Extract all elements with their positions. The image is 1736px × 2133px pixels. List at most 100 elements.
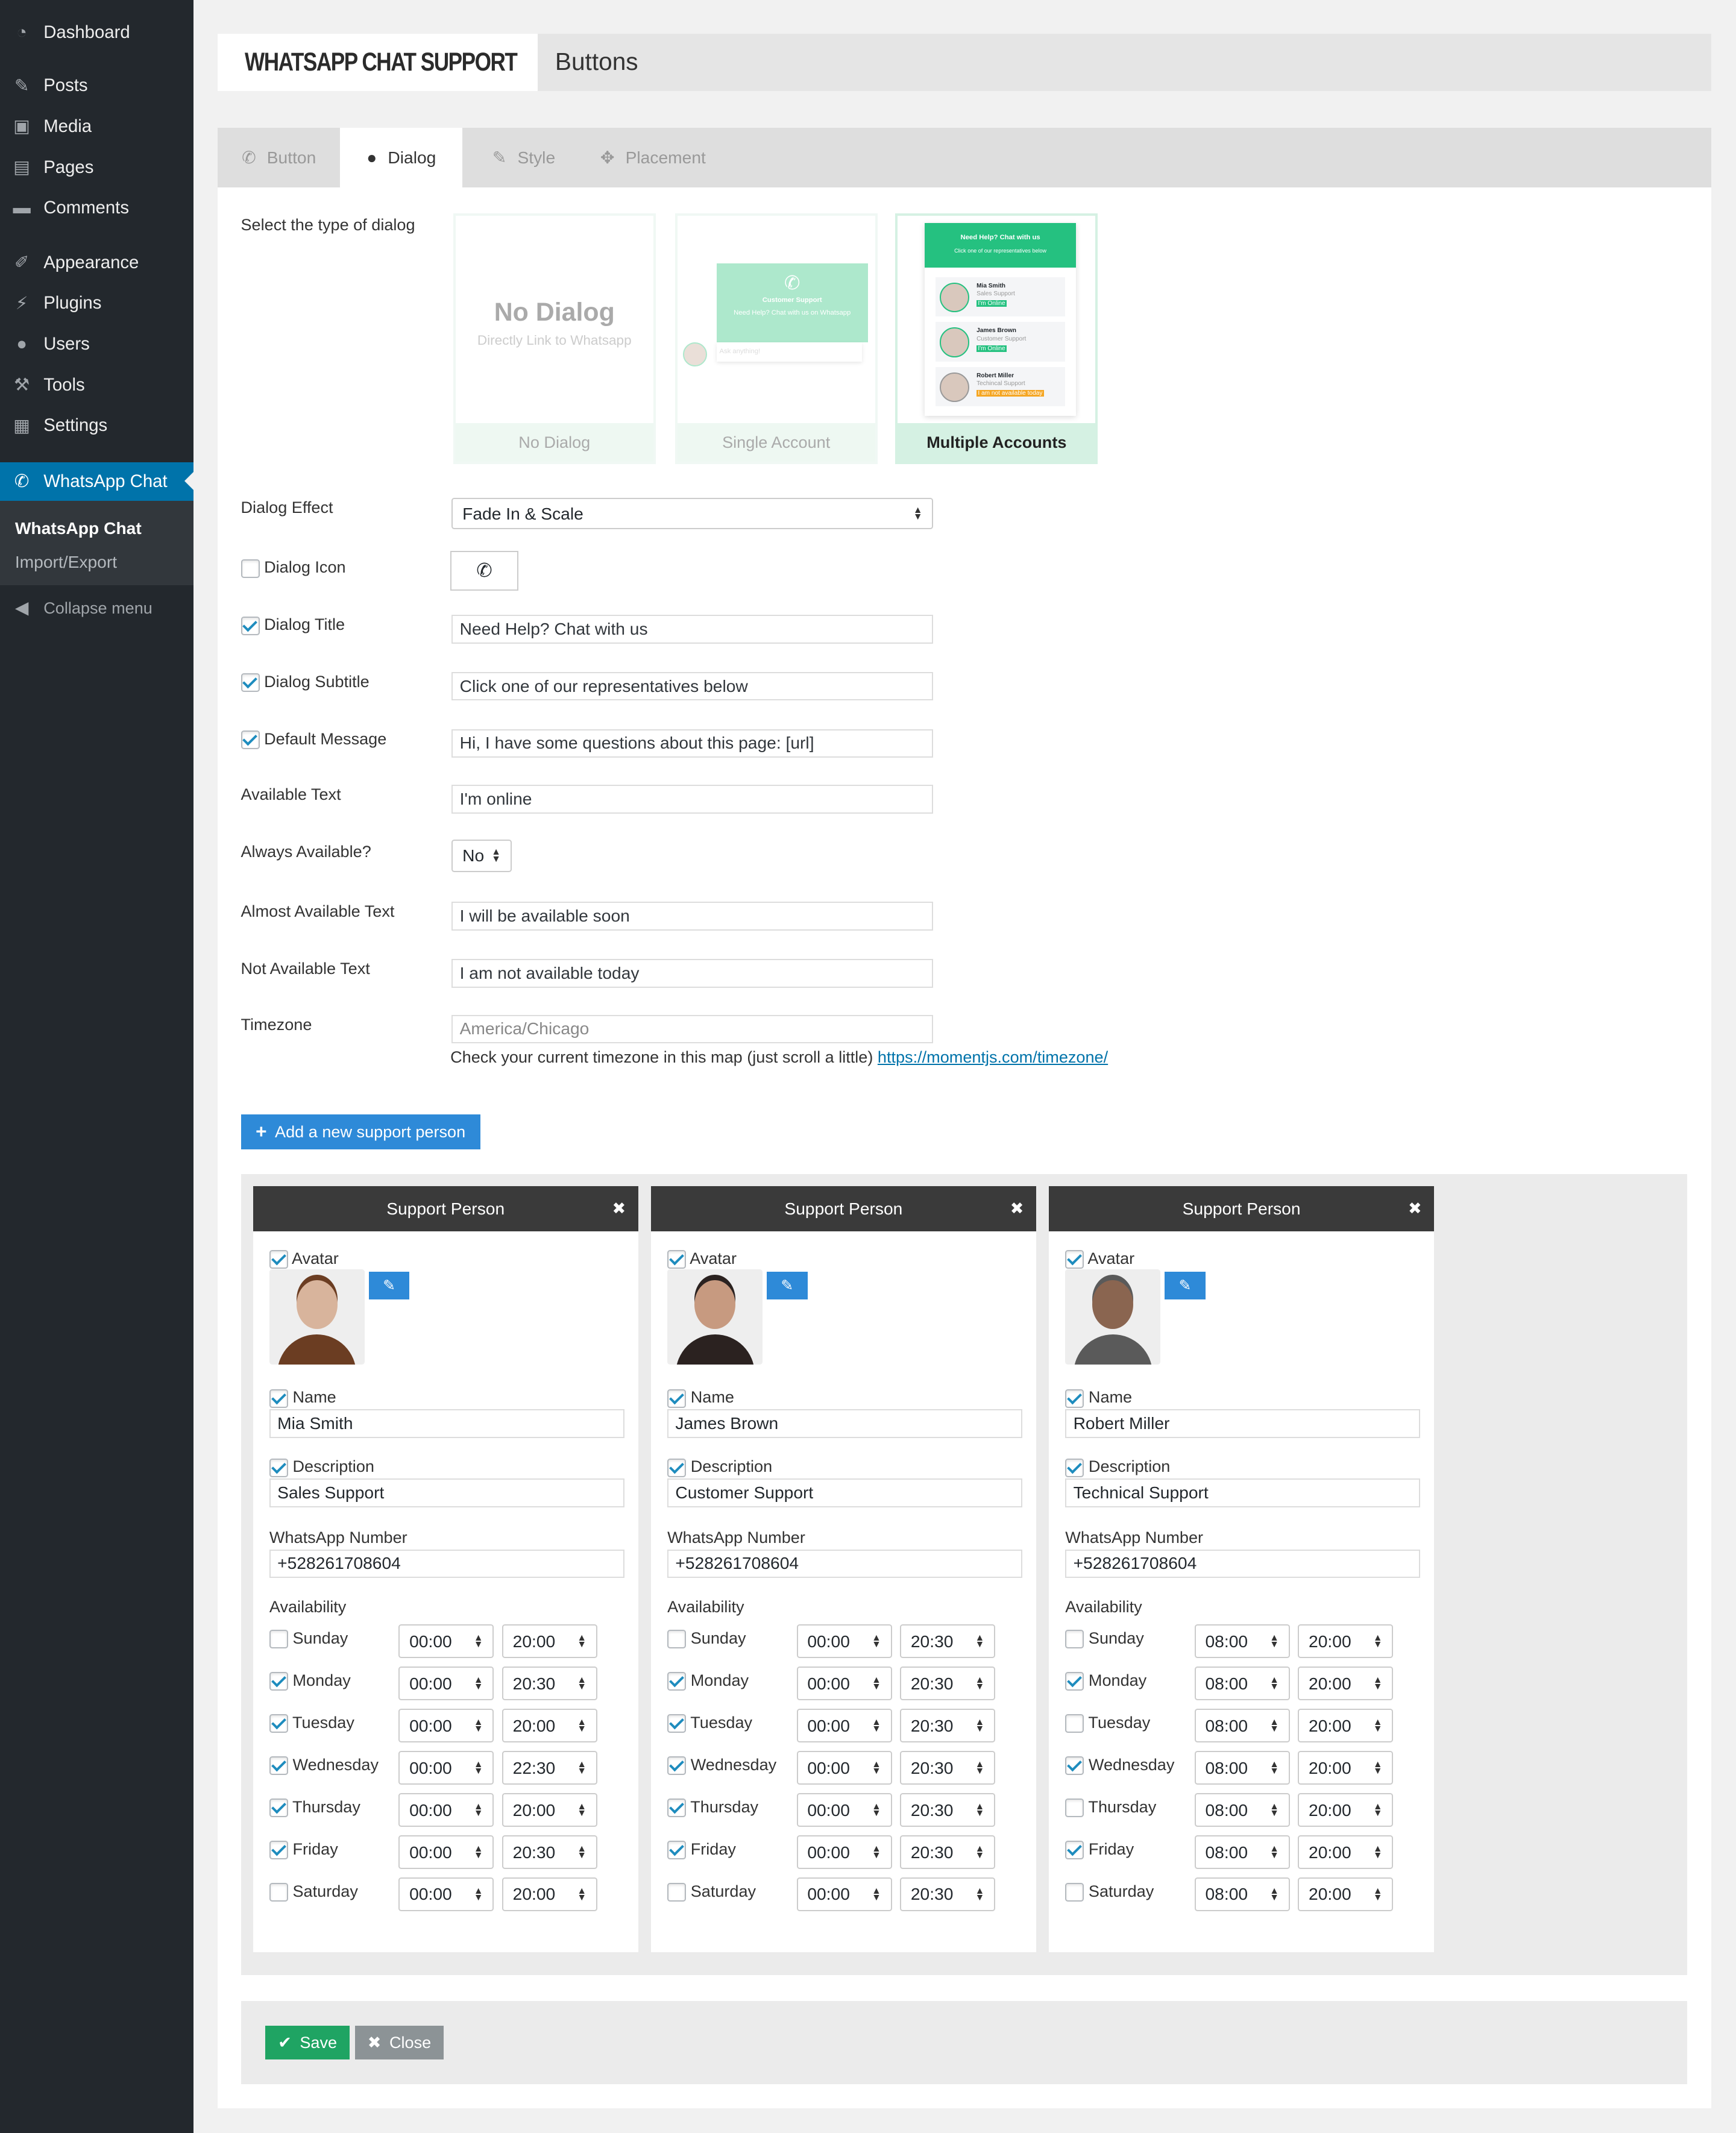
from-time-select[interactable]: 08:00 ▲ ▼ xyxy=(1194,1792,1290,1827)
name-input[interactable]: Mia Smith xyxy=(269,1409,624,1438)
description-input[interactable]: Customer Support xyxy=(667,1478,1023,1507)
from-time-select[interactable]: 08:00 ▲ ▼ xyxy=(1194,1877,1290,1912)
message-checkbox[interactable] xyxy=(241,730,260,750)
to-time-select[interactable]: 20:00 ▲ ▼ xyxy=(1298,1877,1394,1912)
to-time-select[interactable]: 20:00 ▲ ▼ xyxy=(502,1708,597,1743)
from-time-select[interactable]: 00:00 ▲ ▼ xyxy=(398,1877,494,1912)
to-time-select[interactable]: 20:30 ▲ ▼ xyxy=(900,1835,996,1870)
from-time-select[interactable]: 00:00 ▲ ▼ xyxy=(398,1835,494,1870)
from-time-select[interactable]: 00:00 ▲ ▼ xyxy=(796,1666,892,1701)
dialog-effect-select[interactable]: Fade In & Scale ▲ ▼ xyxy=(451,498,934,529)
edit-avatar-button[interactable]: ✎ xyxy=(368,1272,410,1299)
day-checkbox[interactable] xyxy=(269,1714,288,1733)
to-time-select[interactable]: 20:00 ▲ ▼ xyxy=(502,1624,597,1659)
day-checkbox[interactable] xyxy=(269,1672,288,1691)
day-checkbox[interactable] xyxy=(269,1756,288,1776)
sidebar-item-comments[interactable]: ▬ Comments xyxy=(0,189,193,227)
name-input[interactable]: Robert Miller xyxy=(1065,1409,1421,1438)
day-checkbox[interactable] xyxy=(667,1714,687,1733)
tz-input[interactable]: America/Chicago xyxy=(451,1014,934,1044)
subtitle-checkbox[interactable] xyxy=(241,673,260,693)
from-time-select[interactable]: 08:00 ▲ ▼ xyxy=(1194,1624,1290,1659)
from-time-select[interactable]: 00:00 ▲ ▼ xyxy=(398,1708,494,1743)
save-button[interactable]: ✔ Save xyxy=(265,2025,350,2060)
day-checkbox[interactable] xyxy=(1065,1630,1084,1649)
from-time-select[interactable]: 08:00 ▲ ▼ xyxy=(1194,1666,1290,1701)
from-time-select[interactable]: 00:00 ▲ ▼ xyxy=(398,1750,494,1785)
day-checkbox[interactable] xyxy=(269,1840,288,1859)
to-time-select[interactable]: 22:30 ▲ ▼ xyxy=(502,1750,597,1785)
whatsapp-number-input[interactable]: +528261708604 xyxy=(269,1549,624,1579)
name-checkbox[interactable] xyxy=(269,1389,288,1408)
description-input[interactable]: Technical Support xyxy=(1065,1478,1421,1507)
to-time-select[interactable]: 20:00 ▲ ▼ xyxy=(502,1792,597,1827)
to-time-select[interactable]: 20:00 ▲ ▼ xyxy=(1298,1624,1394,1659)
sidebar-item-media[interactable]: ▣ Media xyxy=(0,107,193,145)
day-checkbox[interactable] xyxy=(269,1630,288,1649)
title-checkbox[interactable] xyxy=(241,616,260,635)
add-support-person-button[interactable]: + Add a new support person xyxy=(241,1114,480,1150)
notavail-input[interactable]: I am not available today xyxy=(451,959,934,988)
name-input[interactable]: James Brown xyxy=(667,1409,1023,1438)
day-checkbox[interactable] xyxy=(269,1882,288,1902)
from-time-select[interactable]: 08:00 ▲ ▼ xyxy=(1194,1835,1290,1870)
day-checkbox[interactable] xyxy=(667,1882,687,1902)
remove-person-icon[interactable]: ✖ xyxy=(1408,1199,1422,1218)
from-time-select[interactable]: 00:00 ▲ ▼ xyxy=(398,1792,494,1827)
from-time-select[interactable]: 00:00 ▲ ▼ xyxy=(796,1792,892,1827)
dialog-type-single-account[interactable]: ✆ Customer Support Need Help? Chat with … xyxy=(675,213,878,464)
avatar-checkbox[interactable] xyxy=(667,1250,687,1269)
tab-dialog[interactable]: ● Dialog xyxy=(340,128,463,188)
day-checkbox[interactable] xyxy=(667,1630,687,1649)
to-time-select[interactable]: 20:30 ▲ ▼ xyxy=(900,1624,996,1659)
submenu-import-export[interactable]: Import/Export xyxy=(15,552,117,572)
from-time-select[interactable]: 00:00 ▲ ▼ xyxy=(796,1624,892,1659)
from-time-select[interactable]: 00:00 ▲ ▼ xyxy=(796,1708,892,1743)
tab-style[interactable]: ✎ Style xyxy=(462,128,585,187)
day-checkbox[interactable] xyxy=(667,1840,687,1859)
description-checkbox[interactable] xyxy=(667,1458,687,1477)
to-time-select[interactable]: 20:00 ▲ ▼ xyxy=(1298,1835,1394,1870)
name-checkbox[interactable] xyxy=(667,1389,687,1408)
sidebar-item-pages[interactable]: ▤ Pages xyxy=(0,148,193,186)
day-checkbox[interactable] xyxy=(1065,1672,1084,1691)
almost-input[interactable]: I will be available soon xyxy=(451,902,934,931)
day-checkbox[interactable] xyxy=(1065,1714,1084,1733)
from-time-select[interactable]: 08:00 ▲ ▼ xyxy=(1194,1708,1290,1743)
dialog-type-no-dialog[interactable]: No Dialog Directly Link to Whatsapp No D… xyxy=(453,213,656,464)
from-time-select[interactable]: 00:00 ▲ ▼ xyxy=(796,1750,892,1785)
dialog-type-multiple-accounts[interactable]: Need Help? Chat with us Click one of our… xyxy=(895,213,1098,464)
sidebar-item-dashboard[interactable]: ◔ Dashboard xyxy=(0,14,193,52)
to-time-select[interactable]: 20:30 ▲ ▼ xyxy=(900,1877,996,1912)
description-checkbox[interactable] xyxy=(269,1458,288,1477)
close-button[interactable]: ✖ Close xyxy=(355,2025,444,2060)
description-checkbox[interactable] xyxy=(1065,1458,1084,1477)
available-input[interactable]: I'm online xyxy=(451,785,934,814)
from-time-select[interactable]: 00:00 ▲ ▼ xyxy=(398,1666,494,1701)
sidebar-item-tools[interactable]: ⚒ Tools xyxy=(0,366,193,404)
name-checkbox[interactable] xyxy=(1065,1389,1084,1408)
to-time-select[interactable]: 20:00 ▲ ▼ xyxy=(502,1877,597,1912)
submenu-whatsapp-chat[interactable]: WhatsApp Chat xyxy=(15,518,142,538)
message-input[interactable]: Hi, I have some questions about this pag… xyxy=(451,729,934,758)
remove-person-icon[interactable]: ✖ xyxy=(612,1199,626,1218)
to-time-select[interactable]: 20:30 ▲ ▼ xyxy=(900,1666,996,1701)
to-time-select[interactable]: 20:30 ▲ ▼ xyxy=(900,1708,996,1743)
edit-avatar-button[interactable]: ✎ xyxy=(766,1272,808,1299)
tab-placement[interactable]: ✥ Placement xyxy=(585,128,722,187)
edit-avatar-button[interactable]: ✎ xyxy=(1165,1272,1206,1299)
day-checkbox[interactable] xyxy=(1065,1882,1084,1902)
timezone-link[interactable]: https://momentjs.com/timezone/ xyxy=(878,1048,1108,1066)
sidebar-item-plugins[interactable]: ⚡ Plugins xyxy=(0,284,193,322)
sidebar-item-settings[interactable]: ▦ Settings xyxy=(0,407,193,445)
to-time-select[interactable]: 20:30 ▲ ▼ xyxy=(502,1666,597,1701)
from-time-select[interactable]: 00:00 ▲ ▼ xyxy=(796,1835,892,1870)
collapse-menu[interactable]: ◀ Collapse menu xyxy=(0,589,193,627)
description-input[interactable]: Sales Support xyxy=(269,1478,624,1507)
whatsapp-number-input[interactable]: +528261708604 xyxy=(1065,1549,1421,1579)
from-time-select[interactable]: 00:00 ▲ ▼ xyxy=(796,1877,892,1912)
avatar-checkbox[interactable] xyxy=(269,1250,288,1269)
day-checkbox[interactable] xyxy=(269,1798,288,1817)
sidebar-item-whatsapp-chat[interactable]: ✆ WhatsApp Chat xyxy=(0,462,193,501)
to-time-select[interactable]: 20:30 ▲ ▼ xyxy=(900,1792,996,1827)
